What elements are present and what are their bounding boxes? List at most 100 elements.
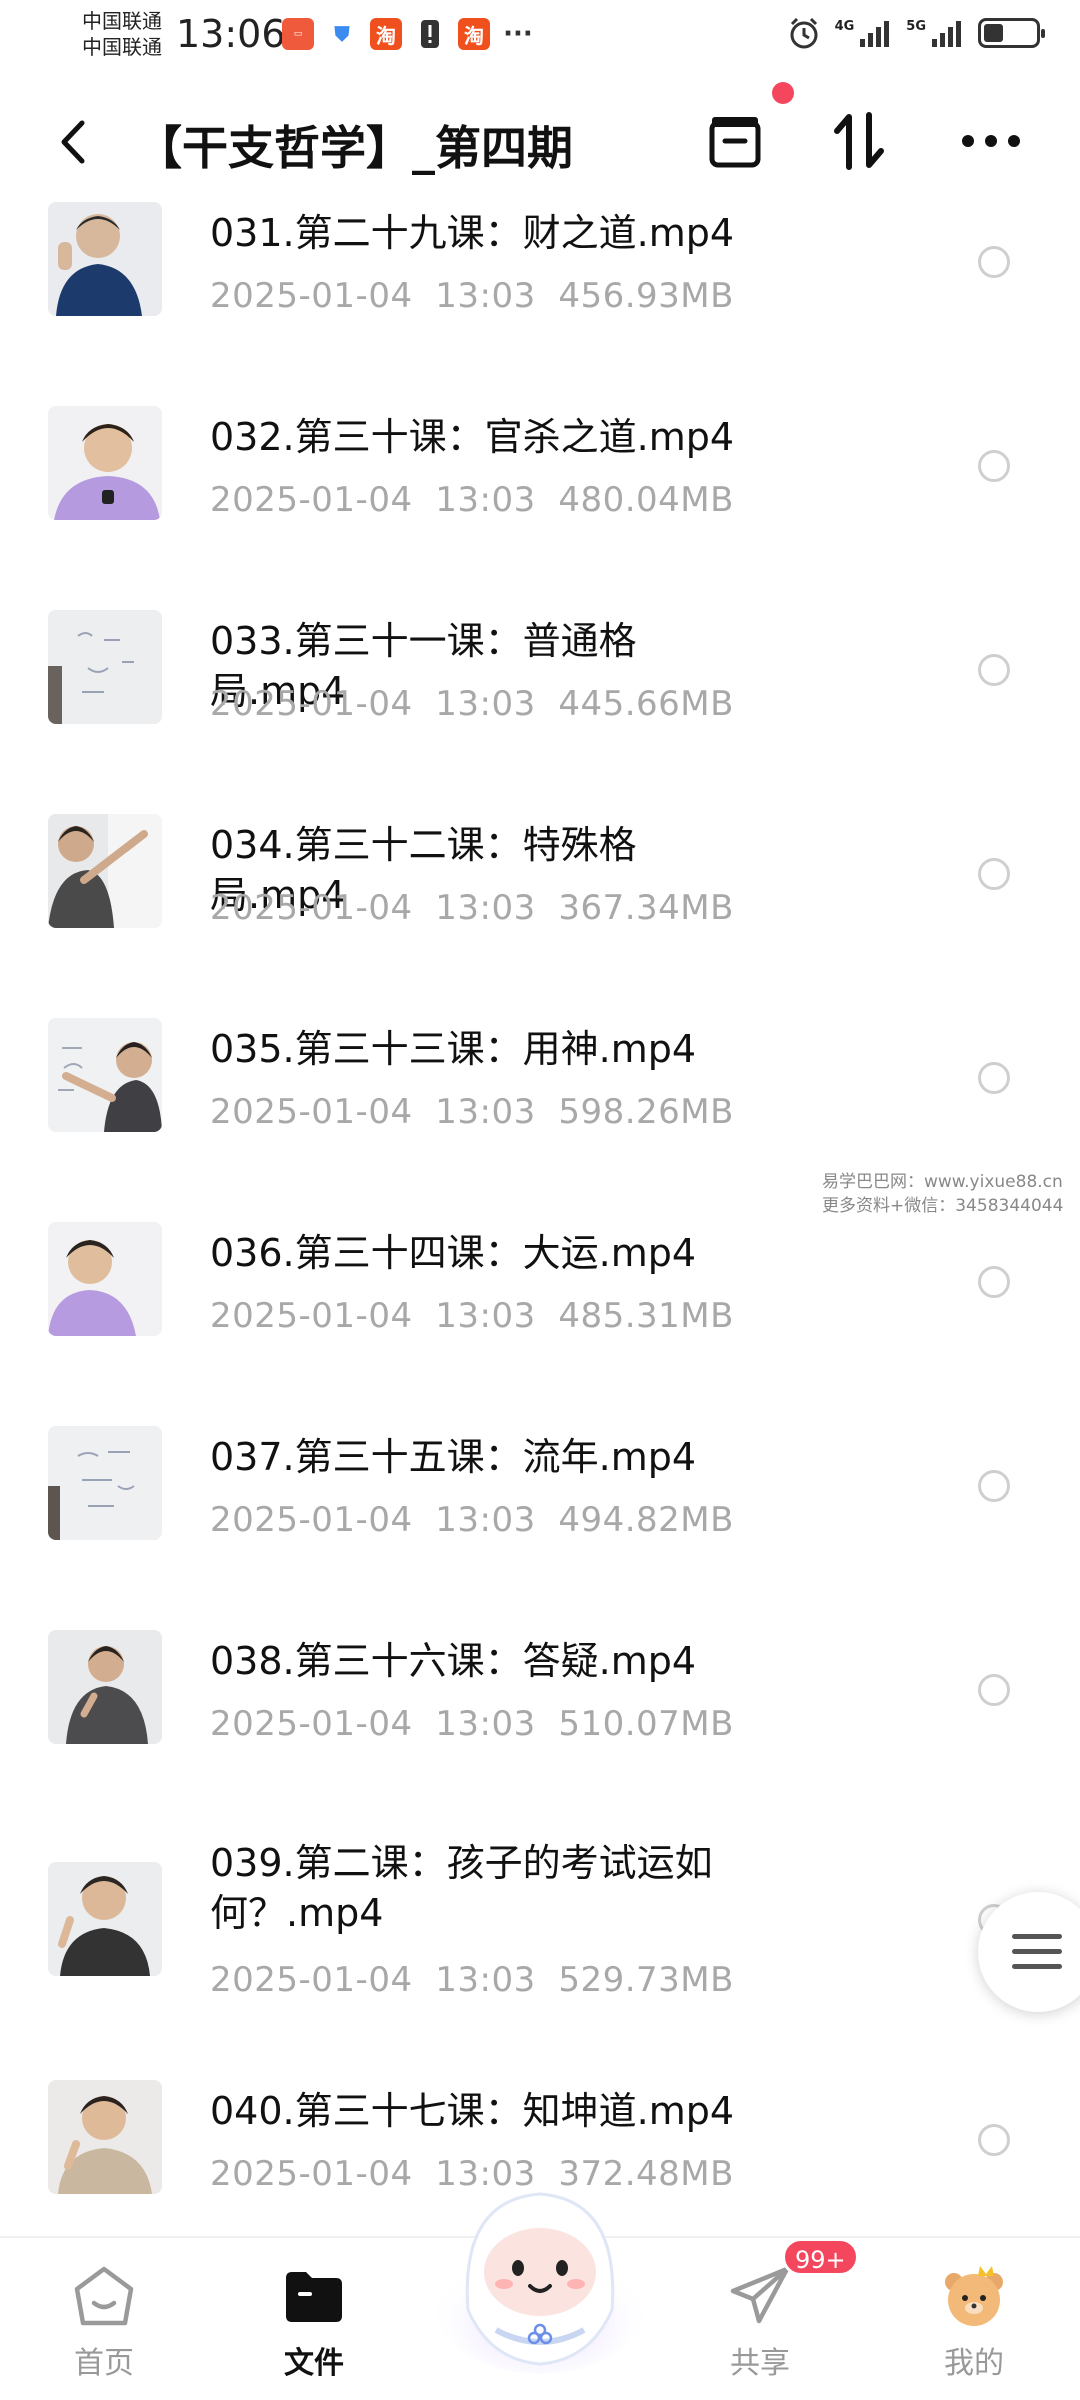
file-time: 13:03 (435, 480, 536, 520)
signal-icon (860, 21, 890, 47)
select-radio[interactable] (978, 1470, 1010, 1502)
back-button[interactable] (48, 112, 98, 172)
file-date: 2025-01-04 (210, 1960, 413, 2000)
file-date: 2025-01-04 (210, 1092, 413, 1132)
file-meta: 2025-01-04 13:03 445.66MB (210, 684, 734, 724)
network-5g-label: 5G (906, 18, 926, 34)
taobao-icon: 淘 (370, 18, 402, 50)
file-date: 2025-01-04 (210, 888, 413, 928)
floating-menu-button[interactable] (978, 1892, 1080, 2012)
nav-home-label: 首页 (74, 2346, 134, 2381)
file-name: 038.第三十六课：答疑.mp4 (210, 1639, 697, 1683)
taobao-icon: 淘 (458, 18, 490, 50)
file-date: 2025-01-04 (210, 480, 413, 520)
mascot-icon (436, 2192, 644, 2374)
system-status: 4G 5G (787, 16, 1045, 50)
notification-icons: ▭ ⛊ 淘 淘 ··· (282, 18, 534, 50)
app-notification-icon: ▭ (282, 18, 314, 50)
file-size: 598.26MB (558, 1092, 734, 1132)
file-size: 510.07MB (558, 1704, 734, 1744)
select-radio[interactable] (978, 246, 1010, 278)
file-name: 039.第二课：孩子的考试运如何？.mp4 (210, 1841, 713, 1935)
more-notifications-icon: ··· (503, 19, 533, 49)
video-thumbnail (48, 406, 162, 520)
sort-button[interactable] (824, 106, 894, 176)
select-radio[interactable] (978, 654, 1010, 686)
file-name: 040.第三十七课：知坤道.mp4 (210, 2089, 735, 2133)
paper-plane-icon (726, 2262, 794, 2330)
file-time: 13:03 (435, 1500, 536, 1540)
signal-icon (932, 21, 961, 47)
file-meta: 2025-01-04 13:03 598.26MB (210, 1092, 734, 1132)
file-time: 13:03 (435, 888, 536, 928)
select-radio[interactable] (978, 1674, 1010, 1706)
carrier-2: 中国联通 (82, 35, 162, 59)
file-size: 494.82MB (558, 1500, 734, 1540)
carrier-1: 中国联通 (82, 9, 162, 33)
video-thumbnail (48, 610, 162, 724)
video-thumbnail (48, 202, 162, 316)
file-size: 480.04MB (558, 480, 734, 520)
select-radio[interactable] (978, 858, 1010, 890)
file-size: 529.73MB (558, 1960, 734, 2000)
watermark-line: 更多资料+微信：3458344044 (822, 1196, 1064, 1216)
file-size: 367.34MB (558, 888, 734, 928)
file-date: 2025-01-04 (210, 1500, 413, 1540)
nav-home[interactable]: 首页 (34, 2238, 174, 2400)
file-time: 13:03 (435, 684, 536, 724)
video-thumbnail (48, 1630, 162, 1744)
file-time: 13:03 (435, 1704, 536, 1744)
file-time: 13:03 (435, 1960, 536, 2000)
file-meta: 2025-01-04 13:03 480.04MB (210, 480, 734, 520)
file-size: 485.31MB (558, 1296, 734, 1336)
file-size: 456.93MB (558, 276, 734, 316)
archive-box-icon (709, 117, 761, 168)
nav-share-label: 共享 (730, 2346, 790, 2381)
select-radio[interactable] (978, 1062, 1010, 1094)
video-thumbnail (48, 1018, 162, 1132)
file-date: 2025-01-04 (210, 276, 413, 316)
file-time: 13:03 (435, 1296, 536, 1336)
folder-icon (280, 2262, 348, 2330)
more-horizontal-icon (962, 135, 1020, 147)
file-meta: 2025-01-04 13:03 456.93MB (210, 276, 734, 316)
video-thumbnail (48, 1862, 162, 1976)
file-size: 445.66MB (558, 684, 734, 724)
file-date: 2025-01-04 (210, 1704, 413, 1744)
file-meta: 2025-01-04 13:03 485.31MB (210, 1296, 734, 1336)
share-badge: 99+ (782, 2238, 859, 2276)
select-radio[interactable] (978, 2124, 1010, 2156)
file-meta: 2025-01-04 13:03 367.34MB (210, 888, 734, 928)
file-name: 031.第二十九课：财之道.mp4 (210, 211, 735, 255)
transfer-list-button[interactable] (700, 106, 770, 176)
nav-mine[interactable]: 我的 (904, 2238, 1044, 2400)
file-name: 036.第三十四课：大运.mp4 (210, 1231, 697, 1275)
file-name: 037.第三十五课：流年.mp4 (210, 1435, 697, 1479)
page-title: 【干支哲学】_第四期 (136, 121, 573, 175)
video-thumbnail (48, 814, 162, 928)
select-radio[interactable] (978, 1266, 1010, 1298)
file-meta: 2025-01-04 13:03 510.07MB (210, 1704, 734, 1744)
file-date: 2025-01-04 (210, 2154, 413, 2194)
alert-icon (414, 18, 446, 50)
ai-assistant-button[interactable] (430, 2160, 650, 2380)
nav-files-label: 文件 (284, 2346, 344, 2381)
notification-dot (772, 82, 794, 104)
nav-mine-label: 我的 (944, 2346, 1004, 2381)
file-meta: 2025-01-04 13:03 494.82MB (210, 1500, 734, 1540)
nav-files[interactable]: 文件 (244, 2238, 384, 2400)
more-options-button[interactable] (956, 106, 1026, 176)
bear-avatar-icon (940, 2262, 1008, 2330)
video-thumbnail (48, 1222, 162, 1336)
select-radio[interactable] (978, 450, 1010, 482)
menu-icon (1012, 1934, 1062, 1979)
home-icon (70, 2262, 138, 2330)
carrier-info: 中国联通 中国联通 (82, 8, 162, 60)
watermark-text: 易学巴巴网：www.yixue88.cn 更多资料+微信：3458344044 (822, 1170, 1063, 1218)
page-header: 【干支哲学】_第四期 (0, 72, 1080, 212)
battery-icon (978, 18, 1045, 48)
watermark-line: 易学巴巴网：www.yixue88.cn (822, 1172, 1063, 1192)
sort-icon (834, 112, 884, 170)
file-time: 13:03 (435, 1092, 536, 1132)
file-meta: 2025-01-04 13:03 529.73MB (210, 1960, 734, 2000)
